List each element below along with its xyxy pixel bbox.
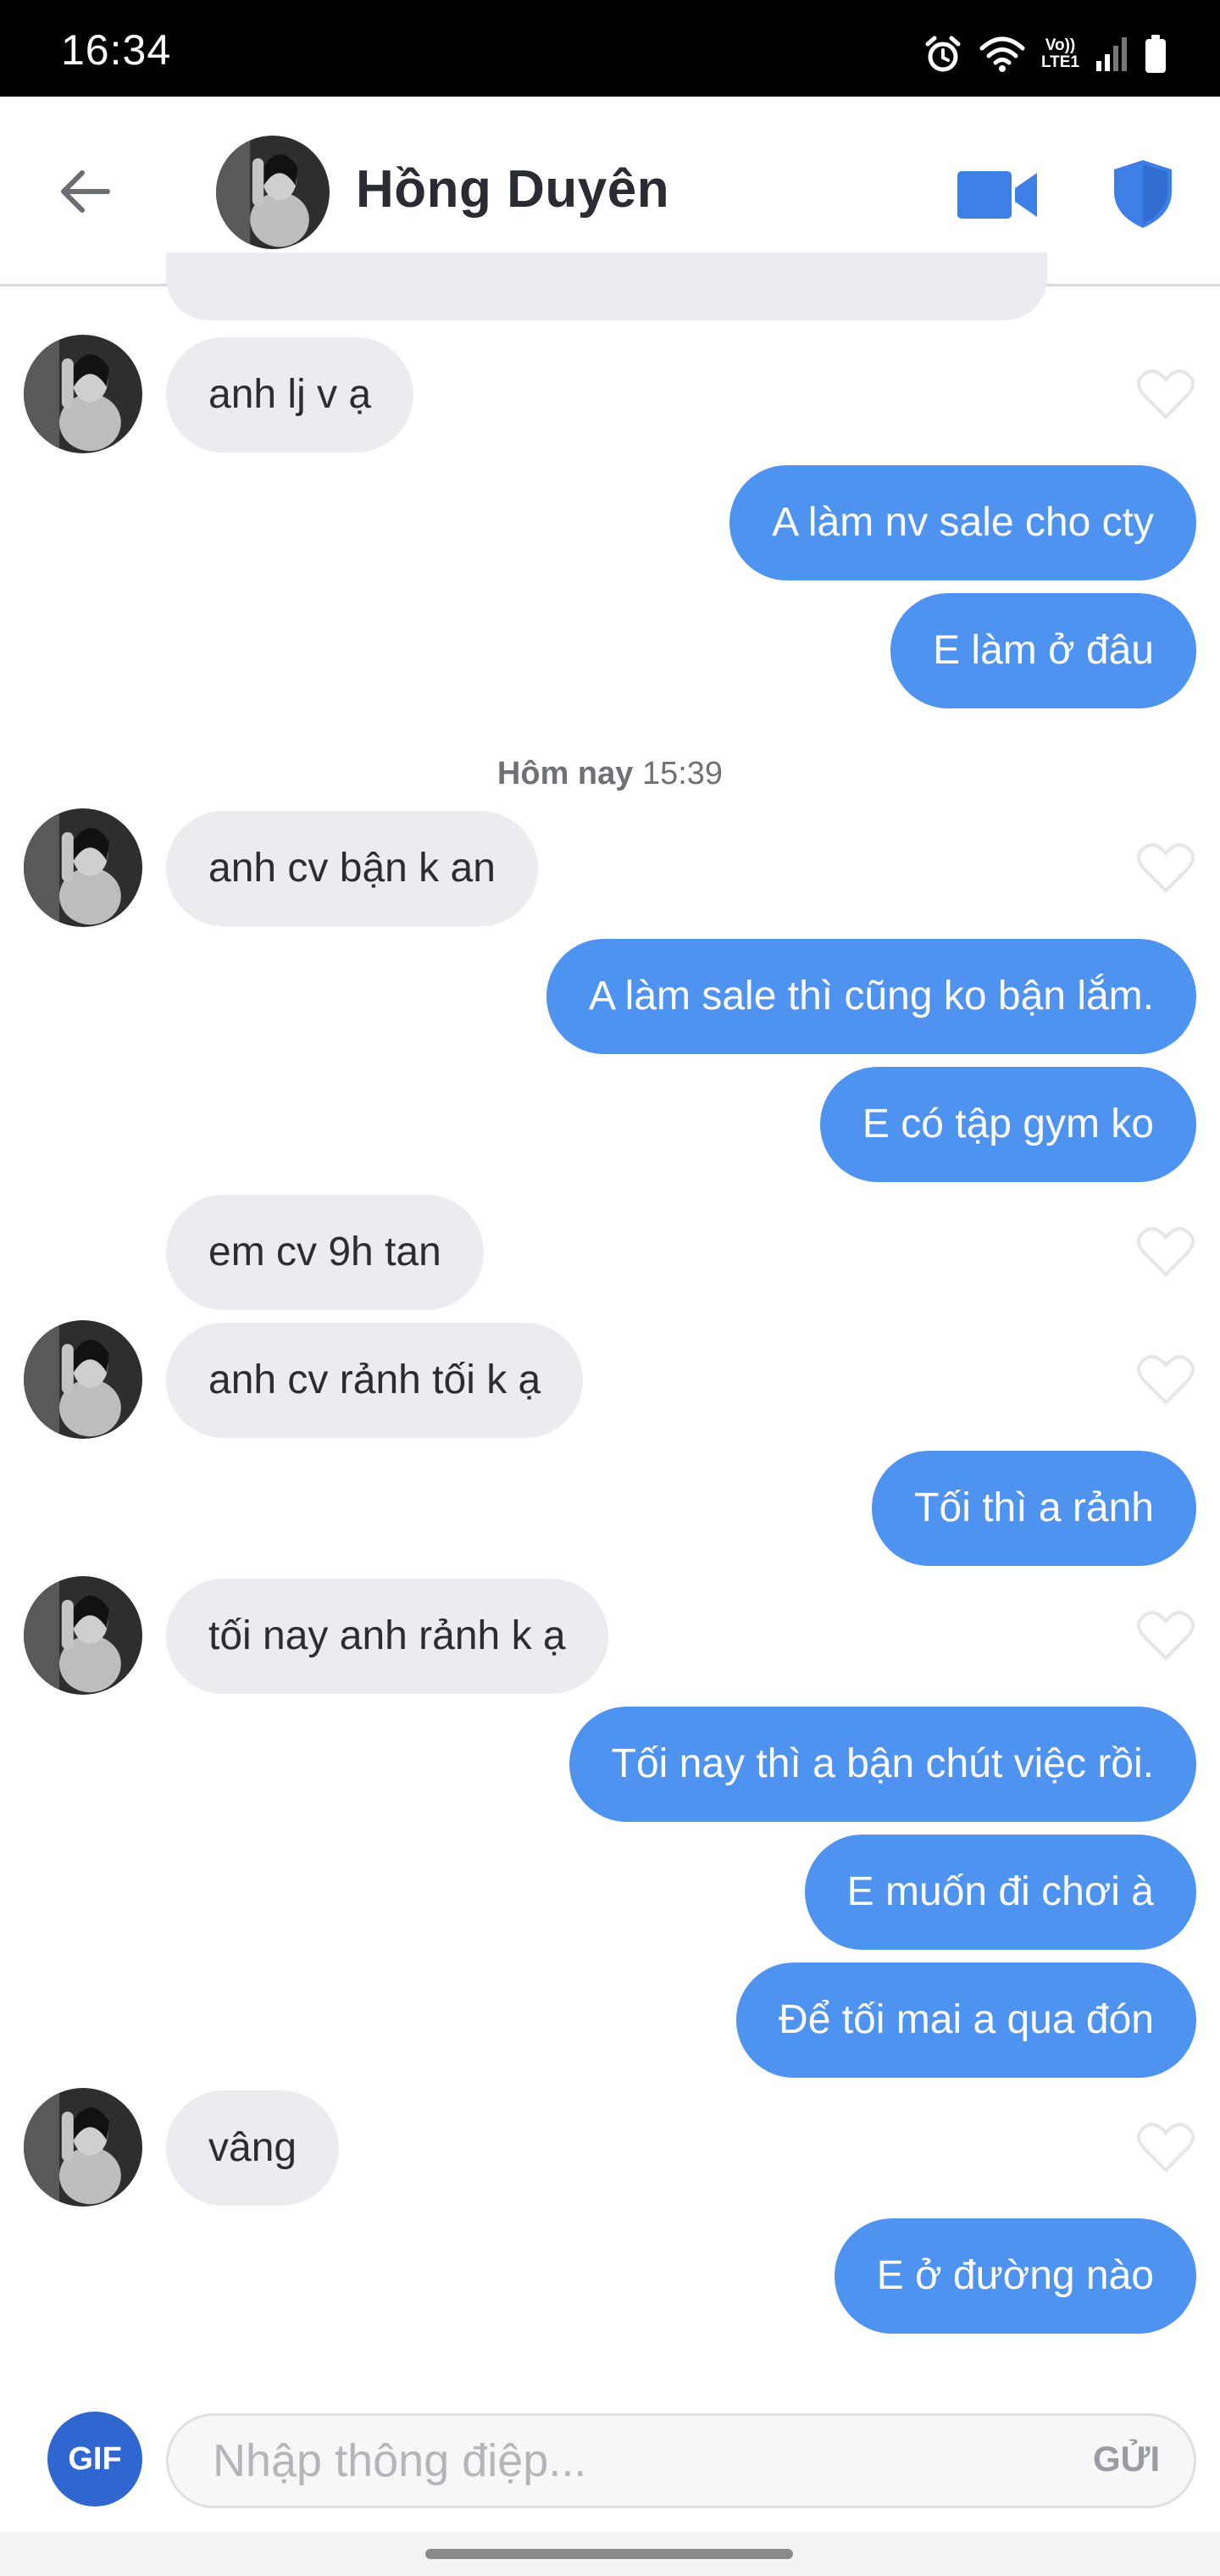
partial-message-bubble	[166, 253, 1047, 320]
back-button[interactable]	[51, 161, 119, 222]
arrow-left-icon	[61, 170, 110, 213]
battery-icon	[1145, 35, 1166, 73]
gif-button[interactable]: GIF	[47, 2412, 142, 2507]
status-icons: Vo)) LTE1	[923, 31, 1167, 78]
lte-indicator: Vo)) LTE1	[1041, 37, 1079, 71]
heart-outline-icon[interactable]	[1135, 1609, 1196, 1663]
outgoing-message[interactable]: A làm nv sale cho cty	[729, 465, 1196, 580]
status-time: 16:34	[61, 26, 172, 74]
lte-label: LTE1	[1040, 53, 1079, 71]
heart-outline-icon[interactable]	[1135, 368, 1196, 422]
home-indicator[interactable]	[425, 2549, 793, 2559]
timestamp-day: Hôm nay	[496, 756, 634, 791]
incoming-message[interactable]: tối nay anh rảnh k ạ	[166, 1579, 608, 1694]
outgoing-message[interactable]: E muốn đi chơi à	[804, 1835, 1196, 1950]
sender-avatar[interactable]	[24, 1320, 142, 1439]
signal-icon	[1096, 37, 1127, 71]
volte-label: Vo))	[1045, 36, 1076, 54]
wifi-icon	[979, 36, 1025, 72]
outgoing-message[interactable]: E làm ở đâu	[890, 593, 1196, 708]
message-list[interactable]: anh lj v ạ A làm nv sale cho cty E làm ở…	[0, 253, 1220, 2388]
message-input[interactable]	[166, 2413, 1196, 2508]
outgoing-message[interactable]: E có tập gym ko	[819, 1067, 1196, 1182]
send-button[interactable]: GỬI	[1093, 2439, 1160, 2479]
avatar-photo	[216, 136, 330, 249]
sender-avatar[interactable]	[24, 808, 142, 927]
heart-outline-icon[interactable]	[1135, 1353, 1196, 1407]
outgoing-message[interactable]: E ở đường nào	[834, 2218, 1196, 2334]
shield-icon	[1114, 160, 1172, 228]
incoming-message[interactable]: anh lj v ạ	[166, 337, 414, 452]
timestamp-time: 15:39	[641, 756, 724, 791]
incoming-message[interactable]: anh cv bận k an	[166, 811, 538, 926]
outgoing-message[interactable]: Để tối mai a qua đón	[736, 1963, 1196, 2078]
outgoing-message[interactable]: Tối nay thì a bận chút việc rồi.	[568, 1707, 1196, 1822]
incoming-message[interactable]: em cv 9h tan	[166, 1195, 484, 1310]
alarm-icon	[925, 36, 961, 72]
safety-button[interactable]	[1112, 158, 1174, 230]
avatar-photo	[24, 808, 142, 927]
avatar-photo	[24, 2088, 142, 2207]
message-composer: GIF GỬI	[0, 2388, 1220, 2532]
sender-avatar[interactable]	[24, 2088, 142, 2207]
chat-screen: 16:34 Vo)) LTE1 Hồng Duyên anh lj v ạ A …	[0, 0, 1220, 2576]
contact-avatar[interactable]	[216, 136, 330, 249]
timestamp-divider: Hôm nay 15:39	[0, 756, 1220, 792]
heart-outline-icon[interactable]	[1135, 841, 1196, 896]
status-bar: 16:34 Vo)) LTE1	[0, 0, 1220, 97]
heart-outline-icon[interactable]	[1135, 2121, 1196, 2175]
video-camera-icon	[957, 171, 1037, 219]
avatar-photo	[24, 1576, 142, 1695]
video-call-button[interactable]	[956, 168, 1040, 222]
contact-name[interactable]: Hồng Duyên	[356, 159, 669, 219]
navigation-bar	[0, 2532, 1220, 2576]
incoming-message[interactable]: anh cv rảnh tối k ạ	[166, 1323, 584, 1438]
sender-avatar[interactable]	[24, 1576, 142, 1695]
heart-outline-icon[interactable]	[1135, 1225, 1196, 1280]
sender-avatar[interactable]	[24, 335, 142, 453]
avatar-photo	[24, 335, 142, 453]
outgoing-message[interactable]: A làm sale thì cũng ko bận lắm.	[546, 939, 1196, 1054]
avatar-photo	[24, 1320, 142, 1439]
outgoing-message[interactable]: Tối thì a rảnh	[872, 1451, 1196, 1566]
incoming-message[interactable]: vâng	[166, 2090, 340, 2206]
